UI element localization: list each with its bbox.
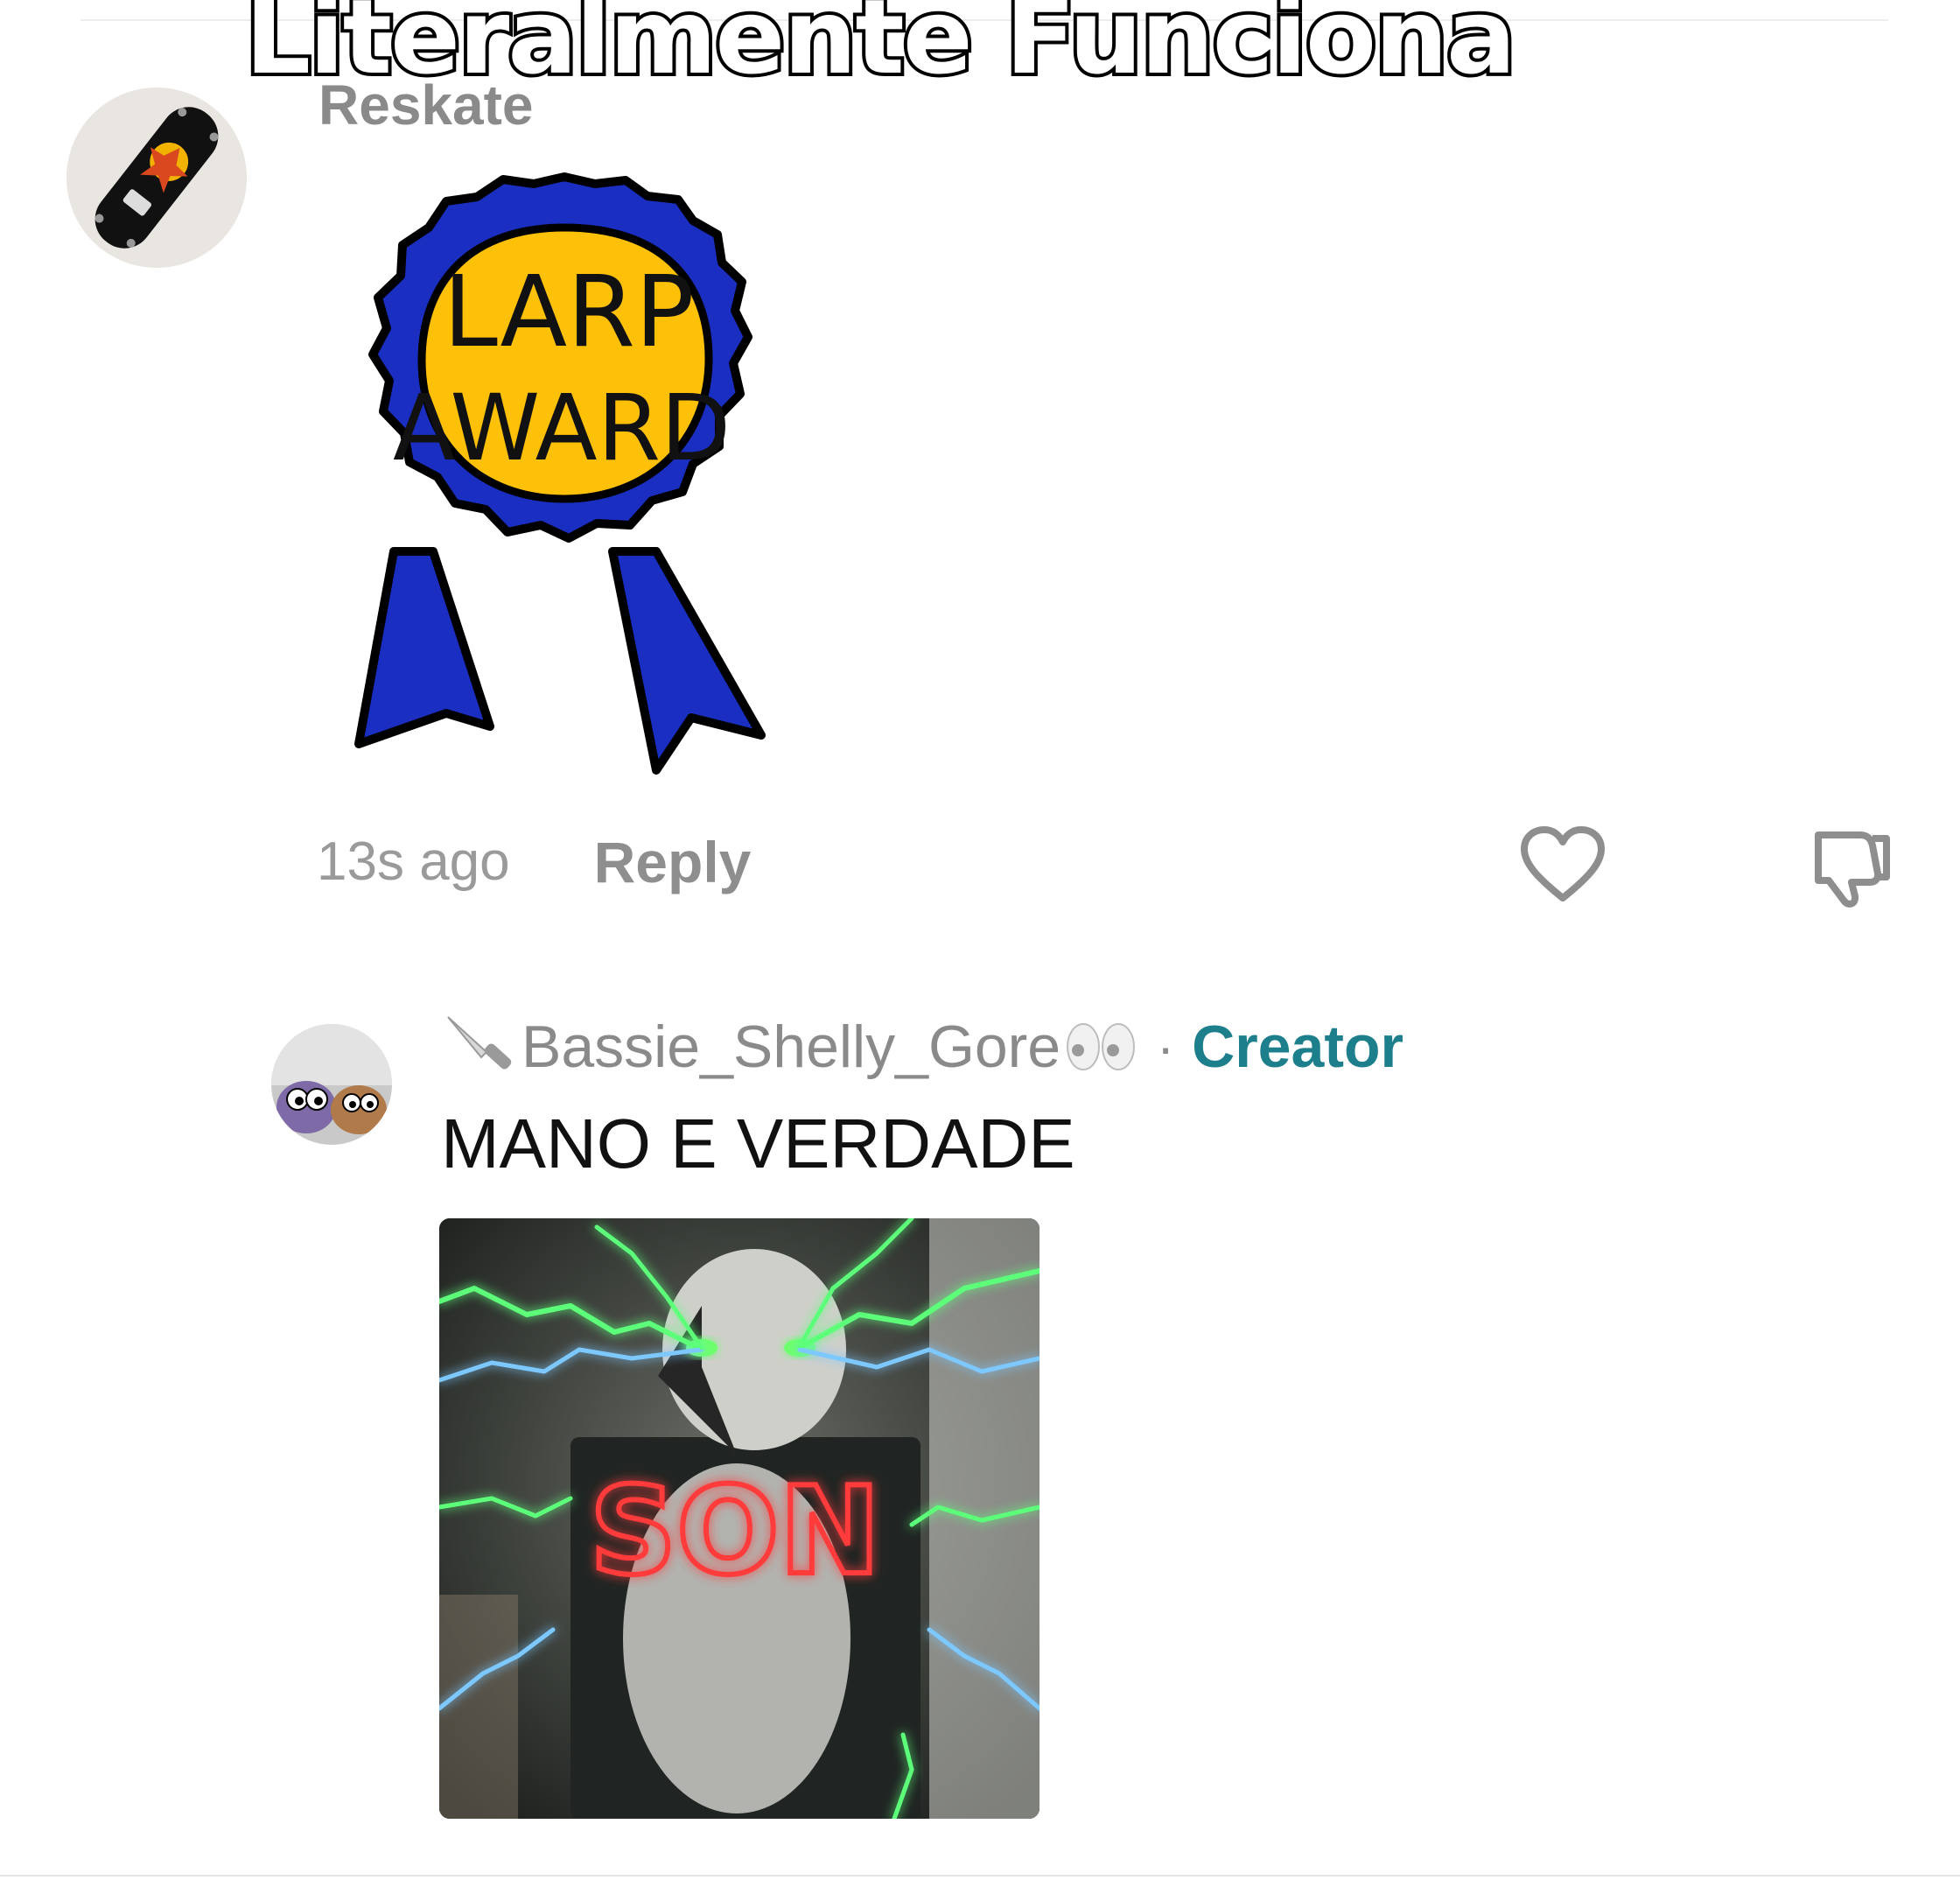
meme-caption: SON bbox=[590, 1461, 880, 1602]
meme-image-lightning: SON bbox=[439, 1218, 1040, 1819]
comment-text: MANO E VERDADE bbox=[441, 1105, 1075, 1182]
creator-badge: Creator bbox=[1192, 1014, 1404, 1080]
comment-meta-row: 13s ago Reply bbox=[317, 831, 751, 893]
skateboard-avatar-icon bbox=[66, 88, 247, 268]
heart-icon[interactable] bbox=[1519, 823, 1606, 910]
comment-username-row: Bassie_Shelly_Gore · Creator bbox=[443, 1014, 1404, 1080]
comment-username[interactable]: Bassie_Shelly_Gore bbox=[522, 1014, 1060, 1080]
video-overlay-caption: Literalmente Funciona bbox=[242, 0, 1520, 101]
comment-timestamp: 13s ago bbox=[317, 831, 510, 892]
knife-icon bbox=[447, 1016, 512, 1070]
eyes-icon bbox=[1067, 1023, 1136, 1070]
thumbs-down-icon[interactable] bbox=[1808, 823, 1895, 910]
larp-award-sticker: LARP AWARD bbox=[315, 166, 814, 779]
comment-image[interactable]: SON bbox=[439, 1218, 1040, 1819]
avatar[interactable] bbox=[271, 1024, 392, 1145]
sticker-line2: AWARD bbox=[393, 375, 731, 481]
bottom-divider bbox=[0, 1875, 1960, 1876]
reply-button[interactable]: Reply bbox=[594, 831, 752, 893]
avatar[interactable] bbox=[66, 88, 247, 268]
cartoon-avatar-icon bbox=[271, 1024, 392, 1145]
separator-dot: · bbox=[1157, 1017, 1175, 1077]
sticker-line1: LARP bbox=[444, 256, 695, 369]
